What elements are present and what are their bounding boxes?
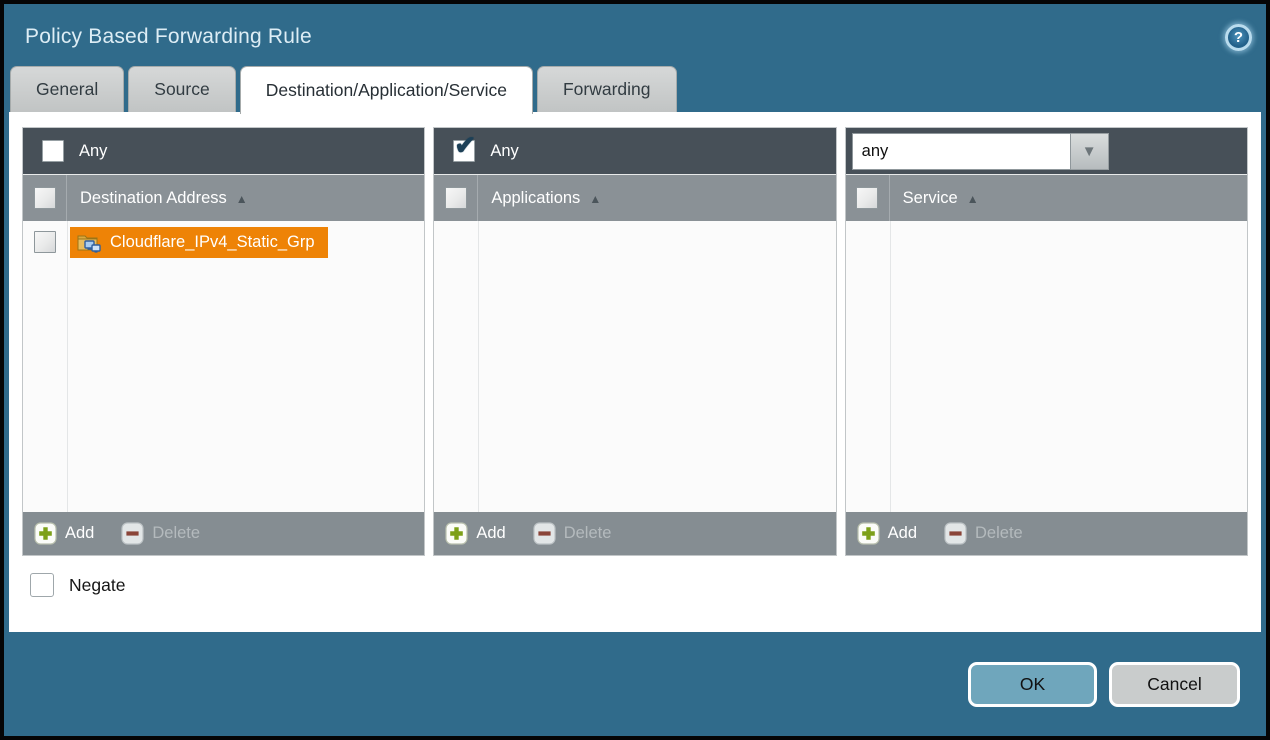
applications-list — [434, 221, 835, 512]
service-any-bar: any ▼ — [846, 128, 1247, 174]
applications-sort-header[interactable]: Applications ▲ — [478, 189, 601, 208]
delete-label: Delete — [564, 524, 612, 543]
tab-content-panel: Any Destination Address ▲ — [9, 112, 1261, 632]
header-gutter — [434, 175, 478, 221]
service-dropdown-value[interactable]: any — [852, 133, 1071, 170]
destination-select-all-checkbox[interactable] — [34, 187, 56, 209]
delete-label: Delete — [152, 524, 200, 543]
destination-any-label: Any — [79, 142, 107, 161]
help-icon[interactable]: ? — [1225, 24, 1252, 51]
delete-service-button[interactable]: Delete — [944, 522, 1023, 545]
add-icon — [34, 522, 57, 545]
applications-header-label: Applications — [491, 189, 580, 208]
delete-icon — [944, 522, 967, 545]
add-service-button[interactable]: Add — [857, 522, 917, 545]
chevron-down-icon: ▼ — [1082, 143, 1097, 160]
delete-icon — [533, 522, 556, 545]
cancel-button[interactable]: Cancel — [1109, 662, 1240, 707]
applications-any-checkbox[interactable]: ✔ — [453, 140, 475, 162]
add-label: Add — [476, 524, 505, 543]
destination-address-list: Cloudflare_IPv4_Static_Grp — [23, 221, 424, 512]
add-application-button[interactable]: Add — [445, 522, 505, 545]
add-destination-button[interactable]: Add — [34, 522, 94, 545]
negate-row: Negate — [22, 573, 1248, 597]
tab-general[interactable]: General — [10, 66, 124, 112]
applications-select-all-checkbox[interactable] — [445, 187, 467, 209]
address-group-icon — [77, 232, 101, 253]
tab-source[interactable]: Source — [128, 66, 235, 112]
delete-application-button[interactable]: Delete — [533, 522, 612, 545]
service-select-all-checkbox[interactable] — [856, 187, 878, 209]
applications-footer: Add Delete — [434, 512, 835, 555]
service-header: Service ▲ — [846, 174, 1247, 221]
sort-asc-icon: ▲ — [967, 191, 979, 205]
tab-destination-application-service[interactable]: Destination/Application/Service — [240, 66, 533, 114]
delete-destination-button[interactable]: Delete — [121, 522, 200, 545]
destination-address-item-label: Cloudflare_IPv4_Static_Grp — [110, 233, 315, 252]
service-column: any ▼ Service ▲ — [845, 127, 1248, 556]
negate-checkbox[interactable] — [30, 573, 54, 597]
tab-bar: General Source Destination/Application/S… — [4, 66, 1266, 112]
destination-address-item[interactable]: Cloudflare_IPv4_Static_Grp — [70, 227, 328, 258]
destination-footer: Add Delete — [23, 512, 424, 555]
table-row: Cloudflare_IPv4_Static_Grp — [23, 221, 424, 263]
destination-address-column: Any Destination Address ▲ — [22, 127, 425, 556]
service-footer: Add Delete — [846, 512, 1247, 555]
row-checkbox[interactable] — [34, 231, 56, 253]
columns-container: Any Destination Address ▲ — [22, 127, 1248, 556]
header-gutter — [23, 175, 67, 221]
service-dropdown-button[interactable]: ▼ — [1071, 133, 1109, 170]
delete-icon — [121, 522, 144, 545]
sort-asc-icon: ▲ — [236, 191, 248, 205]
service-sort-header[interactable]: Service ▲ — [890, 189, 979, 208]
service-list — [846, 221, 1247, 512]
check-icon: ✔ — [454, 132, 476, 158]
applications-column: ✔ Any Applications ▲ — [433, 127, 836, 556]
sort-asc-icon: ▲ — [589, 191, 601, 205]
dialog-titlebar: Policy Based Forwarding Rule ? — [4, 4, 1266, 66]
destination-any-checkbox[interactable] — [42, 140, 64, 162]
destination-address-sort-header[interactable]: Destination Address ▲ — [67, 189, 248, 208]
tab-forwarding[interactable]: Forwarding — [537, 66, 677, 112]
add-label: Add — [65, 524, 94, 543]
applications-any-bar: ✔ Any — [434, 128, 835, 174]
service-header-label: Service — [903, 189, 958, 208]
ok-button[interactable]: OK — [968, 662, 1097, 707]
applications-any-label: Any — [490, 142, 518, 161]
add-icon — [445, 522, 468, 545]
header-gutter — [846, 175, 890, 221]
add-label: Add — [888, 524, 917, 543]
dialog-title: Policy Based Forwarding Rule — [25, 25, 312, 49]
pbf-rule-dialog: Policy Based Forwarding Rule ? General S… — [0, 0, 1270, 740]
destination-address-header-label: Destination Address — [80, 189, 227, 208]
destination-address-header: Destination Address ▲ — [23, 174, 424, 221]
destination-any-bar: Any — [23, 128, 424, 174]
negate-label: Negate — [69, 575, 125, 596]
service-dropdown: any ▼ — [852, 133, 1109, 170]
delete-label: Delete — [975, 524, 1023, 543]
add-icon — [857, 522, 880, 545]
applications-header: Applications ▲ — [434, 174, 835, 221]
dialog-action-bar: OK Cancel — [4, 632, 1266, 736]
